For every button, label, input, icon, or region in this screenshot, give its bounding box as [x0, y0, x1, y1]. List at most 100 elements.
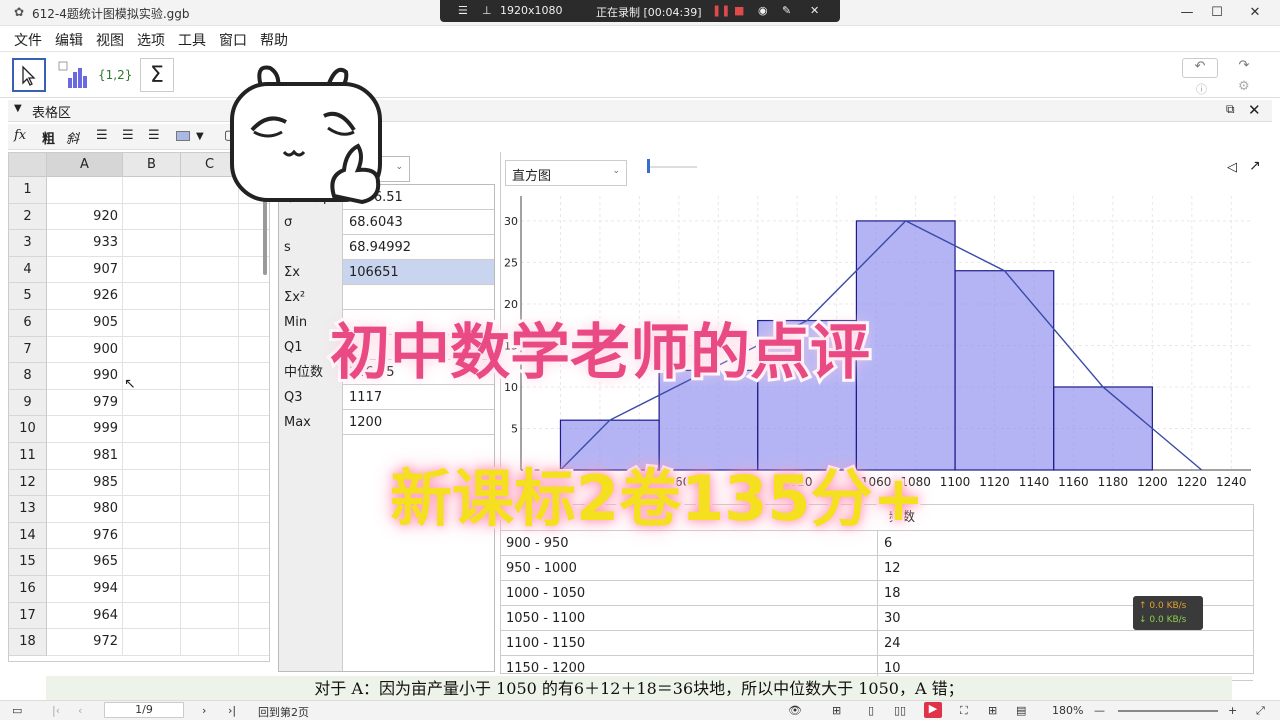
create-list-button[interactable]: {1,2} — [98, 58, 132, 92]
stop-icon[interactable]: ■ — [734, 4, 744, 17]
close-recording-icon[interactable]: ✕ — [810, 4, 819, 17]
last-page-icon[interactable]: ›| — [228, 704, 236, 717]
italic-button[interactable]: 斜 — [66, 128, 79, 147]
undock-icon[interactable]: ⧉ — [1226, 102, 1235, 117]
row-header[interactable]: 12 — [9, 469, 47, 497]
back-to-page-link[interactable]: 回到第2页 — [258, 704, 309, 720]
cell-c[interactable] — [181, 602, 239, 630]
book-icon[interactable]: ▤ — [1016, 704, 1026, 717]
cell-d[interactable] — [239, 549, 269, 576]
zoom-slider[interactable] — [1118, 710, 1218, 712]
menu-window[interactable]: 窗口 — [219, 30, 247, 50]
cell-d[interactable] — [239, 629, 269, 656]
row-header[interactable]: 8 — [9, 363, 47, 390]
undo-button[interactable]: ↶ — [1182, 58, 1218, 78]
cell-c[interactable] — [181, 336, 239, 364]
menu-icon[interactable]: ☰ — [458, 4, 468, 17]
row-header[interactable]: 3 — [9, 230, 47, 257]
cell-a[interactable]: 999 — [47, 416, 123, 443]
fill-color-icon[interactable] — [176, 131, 190, 141]
sum-tool-button[interactable]: Σ — [140, 58, 174, 92]
zoom-in-icon[interactable]: + — [1228, 704, 1237, 717]
export-icon[interactable]: ↗ — [1249, 158, 1261, 174]
minimize-button[interactable]: — — [1172, 3, 1202, 23]
cell-d[interactable] — [239, 283, 269, 310]
cell-b[interactable] — [123, 336, 181, 364]
row-header[interactable]: 13 — [9, 496, 47, 523]
cell-a[interactable]: 979 — [47, 389, 123, 417]
cell-b[interactable] — [123, 629, 181, 656]
cell-c[interactable] — [181, 443, 239, 470]
close-panel-icon[interactable]: ✕ — [1248, 101, 1261, 119]
menu-tools[interactable]: 工具 — [178, 30, 206, 50]
cell-d[interactable] — [239, 390, 269, 417]
cell-c[interactable] — [181, 416, 239, 443]
play-icon[interactable]: ▶ — [924, 702, 942, 718]
cell-c[interactable] — [181, 549, 239, 576]
cell-b[interactable] — [123, 203, 181, 231]
row-header[interactable]: 9 — [9, 389, 47, 417]
cell-c[interactable] — [181, 230, 239, 257]
crop-icon[interactable]: ⛶ — [960, 704, 968, 718]
one-variable-analysis-button[interactable] — [56, 58, 90, 92]
slider-thumb[interactable] — [647, 159, 650, 173]
column-header-a[interactable]: A — [47, 153, 123, 177]
cell-b[interactable] — [123, 310, 181, 337]
single-page-icon[interactable]: ▯ — [868, 704, 874, 717]
redo-button[interactable]: ↷ — [1226, 58, 1262, 78]
cell-a[interactable]: 965 — [47, 549, 123, 576]
pin-icon[interactable]: ⊥ — [482, 4, 492, 17]
row-header[interactable]: 6 — [9, 310, 47, 337]
cell-d[interactable] — [239, 603, 269, 630]
cell-a[interactable]: 994 — [47, 576, 123, 603]
cell-a[interactable]: 964 — [47, 602, 123, 630]
row-header[interactable]: 15 — [9, 549, 47, 576]
cell-c[interactable] — [181, 363, 239, 390]
column-header-b[interactable]: B — [123, 153, 181, 177]
chart-type-select[interactable]: 直方图 ⌄ — [505, 160, 627, 186]
input-bar-toggle[interactable]: fx — [14, 128, 26, 143]
fill-dropdown-icon[interactable]: ▼ — [196, 131, 204, 142]
grid-icon[interactable]: ⊞ — [988, 704, 997, 717]
cell-a[interactable]: 905 — [47, 310, 123, 337]
cell-c[interactable] — [181, 522, 239, 550]
slider-track[interactable] — [647, 166, 697, 168]
cell-c[interactable] — [181, 389, 239, 417]
cell-b[interactable] — [123, 256, 181, 284]
cell-a[interactable]: 980 — [47, 496, 123, 523]
cell-c[interactable] — [181, 496, 239, 523]
menu-help[interactable]: 帮助 — [260, 30, 288, 50]
corner-cell[interactable] — [9, 153, 47, 177]
cell-d[interactable] — [239, 443, 269, 470]
align-right-icon[interactable]: ☰ — [148, 128, 160, 143]
cell-a[interactable]: 990 — [47, 363, 123, 390]
cell-c[interactable] — [181, 629, 239, 656]
align-left-icon[interactable]: ☰ — [96, 128, 108, 143]
cell-d[interactable] — [239, 363, 269, 390]
fit-width-icon[interactable]: ⊞ — [832, 704, 841, 717]
cell-a[interactable]: 981 — [47, 443, 123, 470]
fullscreen-icon[interactable]: ⤢ — [1256, 704, 1265, 718]
row-header[interactable]: 17 — [9, 602, 47, 630]
cell-b[interactable] — [123, 230, 181, 257]
cell-a[interactable] — [47, 177, 123, 204]
sidebar-toggle-icon[interactable]: ▭ — [12, 704, 22, 717]
row-header[interactable]: 18 — [9, 629, 47, 656]
cell-d[interactable] — [239, 576, 269, 603]
two-page-icon[interactable]: ▯▯ — [894, 704, 906, 717]
menu-options[interactable]: 选项 — [137, 30, 165, 50]
cell-c[interactable] — [181, 256, 239, 284]
cell-a[interactable]: 900 — [47, 336, 123, 364]
cell-c[interactable] — [181, 310, 239, 337]
cell-a[interactable]: 926 — [47, 283, 123, 310]
cell-b[interactable] — [123, 177, 181, 204]
pen-icon[interactable]: ✎ — [782, 4, 791, 17]
view-toggle-icon[interactable]: ◁ — [1227, 160, 1237, 175]
camera-icon[interactable]: ◉ — [758, 4, 768, 17]
page-input[interactable]: 1/9 — [104, 702, 184, 718]
first-page-icon[interactable]: |‹ — [52, 704, 60, 717]
move-tool-button[interactable] — [12, 58, 46, 92]
maximize-button[interactable]: ☐ — [1202, 3, 1232, 23]
cell-d[interactable] — [239, 310, 269, 337]
row-header[interactable]: 7 — [9, 336, 47, 364]
